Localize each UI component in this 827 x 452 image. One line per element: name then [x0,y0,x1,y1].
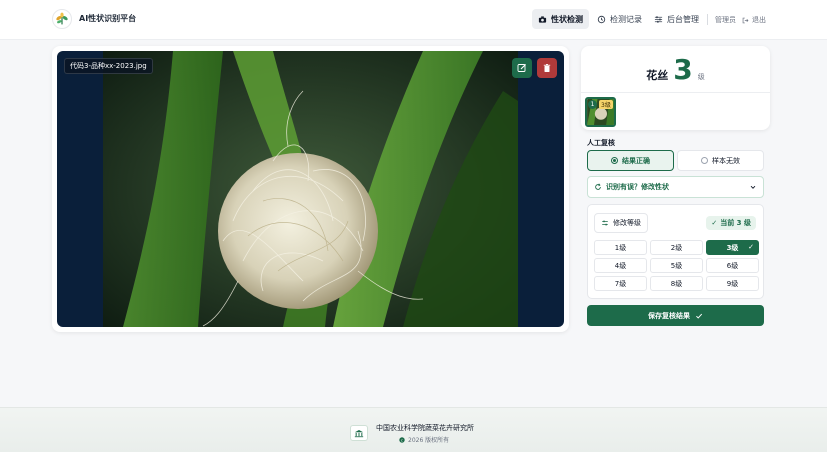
edit-icon [517,64,526,72]
top-header: AI性状识别平台 性状检测 检测记录 后台管理 管理员 退出 [0,0,827,40]
camera-icon [538,15,547,23]
save-review-button[interactable]: 保存复核结果 [587,305,764,326]
thumbnail-level: 3级 [599,100,613,109]
image-card: 代码3-品种xx-2023.jpg [52,46,569,332]
sliders-icon [602,220,608,226]
grade-option-5[interactable]: 5级 [650,258,703,273]
current-level-text: 当前 3 级 [720,219,751,227]
check-icon: ✓ [748,243,754,251]
chevron-down-icon [750,185,756,189]
modify-level-header: 修改等级 [594,213,648,233]
logout-button[interactable]: 退出 [742,15,766,25]
grade-option-4[interactable]: 4级 [594,258,647,273]
grade-option-7[interactable]: 7级 [594,276,647,291]
option-label: 样本无效 [712,156,740,165]
grade-label: 2级 [670,243,683,252]
option-label: 结果正确 [622,156,650,165]
edit-button[interactable] [512,58,532,78]
footer: 中国农业科学院蔬菜花卉研究所 c 2026 版权所有 [0,407,827,452]
institution-icon [350,425,368,441]
nav-label: 性状检测 [551,14,583,24]
nav-label: 后台管理 [667,14,699,24]
grade-option-1[interactable]: 1级 [594,240,647,255]
trash-icon [543,64,551,72]
grade-label: 3级 [726,243,739,252]
header-divider [707,14,708,25]
modify-level-label: 修改等级 [613,219,641,227]
grade-label: 6级 [726,261,739,270]
grade-option-6[interactable]: 6级 [706,258,759,273]
svg-text:c: c [401,438,403,442]
check-icon [696,313,703,319]
corn-silk-photo [103,51,518,327]
grade-label: 7级 [614,279,627,288]
modify-trait-label: 识别有误？修改性状 [606,183,669,191]
trait-level-unit: 级 [697,73,705,81]
refresh-icon [595,183,601,190]
nav-label: 检测记录 [610,14,642,24]
thumbnail-index: 1 [588,100,597,109]
trait-result: 花丝 3 级 [581,56,770,86]
result-card: 花丝 3 级 1 3级 [581,46,770,130]
grade-label: 8级 [670,279,683,288]
trait-name: 花丝 [646,69,669,82]
brand-title: AI性状识别平台 [79,14,137,23]
logout-label: 退出 [752,16,766,24]
image-filename: 代码3-品种xx-2023.jpg [64,58,153,74]
copyright-icon: c [399,436,405,443]
logout-icon [742,17,749,23]
image-viewer: 代码3-品种xx-2023.jpg [57,51,564,327]
copyright-text: 2026 版权所有 [408,437,450,444]
grade-label: 9级 [726,279,739,288]
radio-icon [701,157,708,164]
trait-level-number: 3 [673,53,693,86]
sliders-icon [654,15,663,23]
nav-admin[interactable]: 后台管理 [648,9,705,29]
nav-trait-detection[interactable]: 性状检测 [532,9,589,29]
grade-grid: 1级 2级 3级 ✓ 4级 5级 6级 7级 8级 9级 [594,240,759,291]
result-thumbnail[interactable]: 1 3级 [585,97,616,127]
check-icon: ✓ [711,219,718,227]
modify-trait-toggle[interactable]: 识别有误？修改性状 [587,176,764,198]
user-name: 管理员 [715,16,736,24]
delete-button[interactable] [537,58,557,78]
footer-org: 中国农业科学院蔬菜花卉研究所 [376,424,474,432]
thumbnail-strip: 1 3级 [581,92,770,130]
grade-label: 5级 [670,261,683,270]
option-sample-invalid[interactable]: 样本无效 [677,150,764,171]
grade-option-2[interactable]: 2级 [650,240,703,255]
grade-label: 4级 [614,261,627,270]
option-result-correct[interactable]: 结果正确 [587,150,674,171]
save-label: 保存复核结果 [648,311,690,320]
history-icon [597,15,606,23]
grade-option-9[interactable]: 9级 [706,276,759,291]
grade-option-8[interactable]: 8级 [650,276,703,291]
current-level-badge: ✓ 当前 3 级 [706,216,756,230]
logo-icon [52,9,72,29]
nav-detection-records[interactable]: 检测记录 [591,9,648,29]
footer-copyright: c 2026 版权所有 [399,435,449,444]
grade-option-3[interactable]: 3级 ✓ [706,240,759,255]
review-title: 人工复核 [587,139,615,147]
grade-panel: 修改等级 ✓ 当前 3 级 1级 2级 3级 ✓ 4级 5级 6级 7级 8级 9级 [587,204,764,299]
grade-label: 1级 [614,243,627,252]
radio-icon [611,157,618,164]
